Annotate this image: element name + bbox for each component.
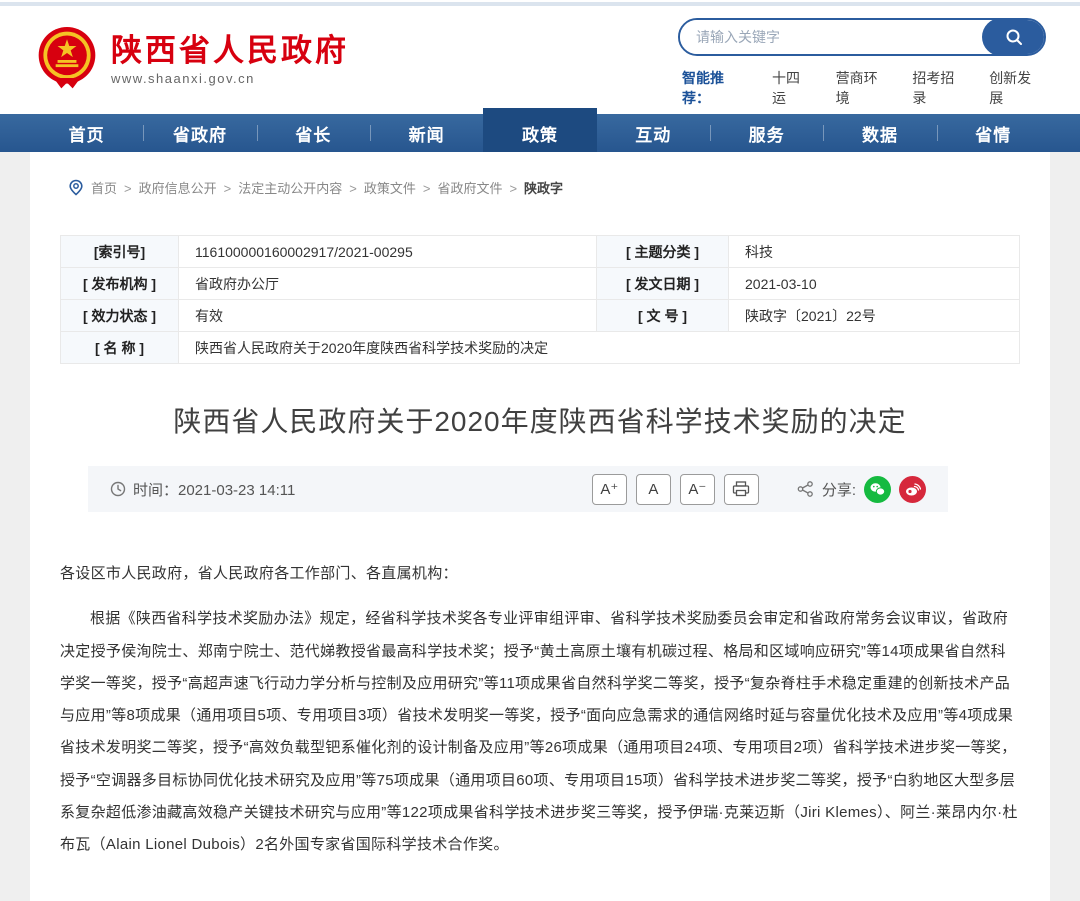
nav-item-interaction[interactable]: 互动 [597, 114, 710, 152]
site-url: www.shaanxi.gov.cn [111, 71, 349, 86]
index-number-value: 116100000160002917/2021-00295 [179, 236, 597, 268]
breadcrumb-gov-docs[interactable]: 省政府文件 [437, 178, 517, 197]
validity-status-label: [ 效力状态 ] [61, 300, 179, 332]
clock-icon [110, 481, 126, 497]
article-title: 陕西省人民政府关于2020年度陕西省科学技术奖励的决定 [60, 400, 1020, 440]
article-meta-bar: 时间：2021-03-23 14:11 A⁺ A A⁻ [88, 466, 948, 512]
issuing-agency-value: 省政府办公厅 [179, 268, 597, 300]
validity-status-value: 有效 [179, 300, 597, 332]
breadcrumb-statutory-content[interactable]: 法定主动公开内容 [238, 178, 357, 197]
article-body: 各设区市人民政府，省人民政府各工作部门、各直属机构： 根据《陕西省科学技术奖励办… [60, 558, 1020, 861]
table-row: [ 发布机构 ] 省政府办公厅 [ 发文日期 ] 2021-03-10 [61, 268, 1020, 300]
issuing-agency-label: [ 发布机构 ] [61, 268, 179, 300]
issue-date-label: [ 发文日期 ] [597, 268, 729, 300]
issue-date-value: 2021-03-10 [729, 268, 1020, 300]
logo-text-block: 陕西省人民政府 www.shaanxi.gov.cn [111, 34, 349, 86]
print-button[interactable] [724, 474, 759, 505]
main-nav: 首页 省政府 省长 新闻 政策 互动 服务 数据 省情 [0, 114, 1080, 152]
nav-item-home[interactable]: 首页 [30, 114, 143, 152]
nav-item-services[interactable]: 服务 [710, 114, 823, 152]
document-info-table: [索引号] 116100000160002917/2021-00295 [ 主题… [60, 235, 1020, 364]
hot-link-zhaokao[interactable]: 招考招录 [912, 68, 965, 108]
index-number-label: [索引号] [61, 236, 179, 268]
publish-time-text: 时间：2021-03-23 14:11 [133, 479, 295, 500]
nav-item-governor[interactable]: 省长 [257, 114, 370, 152]
font-normal-button[interactable]: A [636, 474, 671, 505]
breadcrumb-current: 陕政字 [524, 178, 563, 197]
location-pin-icon [68, 179, 84, 197]
breadcrumb-info-disclosure[interactable]: 政府信息公开 [139, 178, 232, 197]
breadcrumb-home[interactable]: 首页 [91, 178, 132, 197]
nav-item-data[interactable]: 数据 [823, 114, 936, 152]
weibo-icon [904, 482, 921, 497]
table-row: [ 效力状态 ] 有效 [ 文 号 ] 陕政字〔2021〕22号 [61, 300, 1020, 332]
article-salutation: 各设区市人民政府，省人民政府各工作部门、各直属机构： [60, 558, 1020, 590]
page-background: 首页 政府信息公开 法定主动公开内容 政策文件 省政府文件 陕政字 [索引号] … [0, 152, 1080, 901]
printer-icon [732, 481, 750, 497]
share-group: 分享: [797, 476, 926, 503]
article-paragraph: 根据《陕西省科学技术奖励办法》规定，经省科学技术奖各专业评审组评审、省科学技术奖… [60, 603, 1020, 861]
hot-link-yingshang[interactable]: 营商环境 [836, 68, 889, 108]
theme-category-value: 科技 [729, 236, 1020, 268]
nav-item-province-profile[interactable]: 省情 [937, 114, 1050, 152]
search-input[interactable] [680, 20, 982, 54]
hot-link-chuangxin[interactable]: 创新发展 [989, 68, 1042, 108]
site-logo[interactable]: 陕西省人民政府 www.shaanxi.gov.cn [36, 26, 349, 94]
nav-item-news[interactable]: 新闻 [370, 114, 483, 152]
table-row: [索引号] 116100000160002917/2021-00295 [ 主题… [61, 236, 1020, 268]
table-row: [ 名 称 ] 陕西省人民政府关于2020年度陕西省科学技术奖励的决定 [61, 332, 1020, 364]
search-icon [1004, 27, 1024, 47]
share-nodes-icon [797, 481, 814, 497]
national-emblem-icon [36, 26, 98, 94]
wechat-icon [869, 482, 886, 497]
theme-category-label: [ 主题分类 ] [597, 236, 729, 268]
site-header: 陕西省人民政府 www.shaanxi.gov.cn 智能推荐： 十四运 营商环… [0, 6, 1080, 114]
content-container: 首页 政府信息公开 法定主动公开内容 政策文件 省政府文件 陕政字 [索引号] … [30, 152, 1050, 901]
search-button[interactable] [982, 18, 1046, 56]
nav-item-provincial-gov[interactable]: 省政府 [143, 114, 256, 152]
font-smaller-button[interactable]: A⁻ [680, 474, 715, 505]
document-name-label: [ 名 称 ] [61, 332, 179, 364]
site-name: 陕西省人民政府 [111, 34, 349, 68]
publish-time: 时间：2021-03-23 14:11 [110, 479, 295, 500]
breadcrumb: 首页 政府信息公开 法定主动公开内容 政策文件 省政府文件 陕政字 [60, 178, 1020, 197]
breadcrumb-policy-docs[interactable]: 政策文件 [364, 178, 431, 197]
document-number-value: 陕政字〔2021〕22号 [729, 300, 1020, 332]
search-box [678, 18, 1046, 56]
share-label: 分享: [822, 479, 856, 500]
weibo-share-button[interactable] [899, 476, 926, 503]
document-name-value: 陕西省人民政府关于2020年度陕西省科学技术奖励的决定 [179, 332, 1020, 364]
document-number-label: [ 文 号 ] [597, 300, 729, 332]
nav-item-policy[interactable]: 政策 [483, 108, 596, 152]
hot-recommend-row: 智能推荐： 十四运 营商环境 招考招录 创新发展 [678, 68, 1046, 108]
hot-recommend-label: 智能推荐： [682, 68, 748, 108]
wechat-share-button[interactable] [864, 476, 891, 503]
search-area: 智能推荐： 十四运 营商环境 招考招录 创新发展 [678, 12, 1046, 108]
font-larger-button[interactable]: A⁺ [592, 474, 627, 505]
article-tools: A⁺ A A⁻ [583, 474, 926, 505]
hot-link-shisiyun[interactable]: 十四运 [772, 68, 812, 108]
